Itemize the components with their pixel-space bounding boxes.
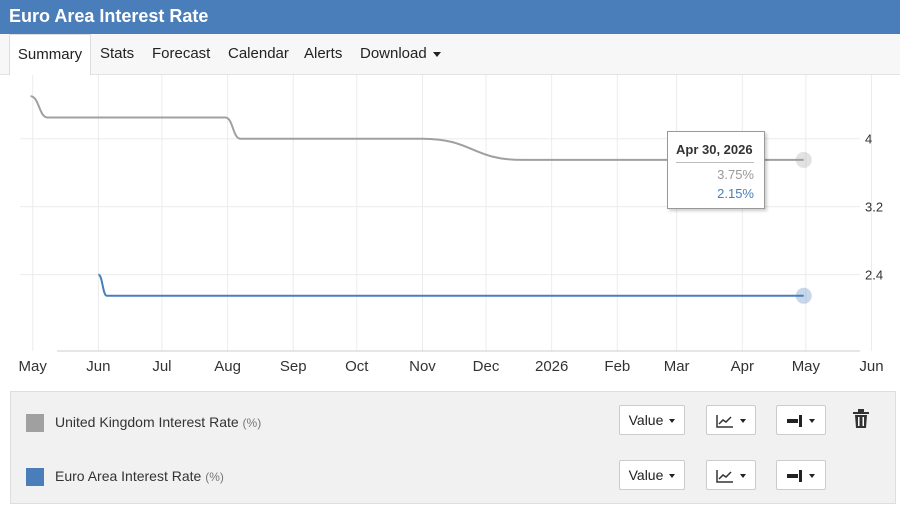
- x-tick-label: Jul: [152, 358, 171, 375]
- tab-summary[interactable]: Summary: [9, 34, 91, 75]
- page-title: Euro Area Interest Rate: [9, 6, 209, 26]
- chevron-down-icon: [740, 419, 746, 424]
- hover-marker: [795, 151, 812, 168]
- tooltip-value-ea: 2.15%: [717, 186, 754, 201]
- x-tick-label: Oct: [345, 358, 369, 375]
- chevron-down-icon: [669, 419, 676, 424]
- legend-row-ea: Euro Area Interest Rate (%) Value: [11, 452, 895, 502]
- chevron-down-icon: [809, 474, 815, 479]
- x-tick-label: Feb: [604, 358, 630, 375]
- chevron-down-icon: [432, 51, 441, 57]
- x-tick-label: Sep: [280, 358, 307, 375]
- tooltip-date: Apr 30, 2026: [676, 142, 753, 157]
- value-dropdown-ea[interactable]: Value: [619, 460, 685, 490]
- x-tick-label: 2026: [535, 358, 568, 375]
- tab-forecast[interactable]: Forecast: [152, 34, 210, 74]
- x-tick-label: Jun: [86, 358, 110, 375]
- x-tick-label: Aug: [214, 358, 241, 375]
- x-axis-labels: May Jun Jul Aug Sep Oct Nov Dec 2026 Feb Mar Apr May…: [19, 358, 884, 375]
- x-tick-label: Apr: [731, 358, 754, 375]
- series-line-ea: [97, 273, 804, 297]
- chevron-down-icon: [740, 474, 746, 479]
- chart-tooltip: Apr 30, 2026 3.75% 2.15%: [667, 131, 765, 209]
- line-chart-icon: [716, 470, 733, 484]
- series-legend-panel: United Kingdom Interest Rate (%) Value E…: [10, 391, 896, 504]
- legend-label-ea: Euro Area Interest Rate: [55, 468, 202, 484]
- hover-marker: [795, 287, 812, 304]
- title-bar: Euro Area Interest Rate: [0, 0, 900, 34]
- legend-swatch-ea: [26, 468, 44, 486]
- tab-bar: Summary Stats Forecast Calendar Alerts D…: [0, 34, 900, 75]
- legend-swatch-uk: [26, 414, 44, 432]
- x-tick-label: Nov: [409, 358, 436, 375]
- line-chart-icon: [716, 415, 733, 429]
- x-tick-label: Mar: [664, 358, 690, 375]
- trash-icon[interactable]: [852, 409, 870, 429]
- legend-label-uk: United Kingdom Interest Rate: [55, 414, 239, 430]
- tab-stats[interactable]: Stats: [100, 34, 134, 74]
- chart-type-dropdown-ea[interactable]: [706, 460, 756, 490]
- x-tick-label: May: [792, 358, 821, 375]
- chevron-down-icon: [809, 419, 815, 424]
- x-tick-label: Dec: [473, 358, 500, 375]
- legend-unit-uk: (%): [242, 416, 262, 430]
- legend-row-uk: United Kingdom Interest Rate (%) Value: [11, 397, 895, 447]
- value-dropdown-uk[interactable]: Value: [619, 405, 685, 435]
- axis-dropdown-uk[interactable]: [776, 405, 826, 435]
- chevron-down-icon: [669, 474, 676, 479]
- tab-alerts[interactable]: Alerts: [304, 34, 342, 74]
- axis-icon: [787, 415, 802, 428]
- x-tick-label: Jun: [859, 358, 883, 375]
- legend-unit-ea: (%): [205, 470, 224, 484]
- hover-markers: [795, 151, 812, 304]
- y-tick-label: 2.4: [865, 268, 883, 283]
- y-axis-labels: 4 3.2 2.4: [865, 132, 883, 283]
- tab-download-label: Download: [360, 45, 427, 62]
- axis-icon: [787, 470, 802, 483]
- y-tick-label: 4: [865, 132, 872, 147]
- value-dropdown-label: Value: [628, 412, 664, 428]
- tab-download[interactable]: Download: [360, 34, 441, 74]
- grid-vertical: [32, 75, 873, 351]
- tab-calendar[interactable]: Calendar: [228, 34, 289, 74]
- line-chart: May Jun Jul Aug Sep Oct Nov Dec 2026 Feb Mar Apr May…: [19, 75, 884, 375]
- y-tick-label: 3.2: [865, 200, 883, 215]
- value-dropdown-label: Value: [628, 467, 664, 483]
- chart-area: May Jun Jul Aug Sep Oct Nov Dec 2026 Feb Mar Apr May…: [0, 75, 900, 390]
- tooltip-value-uk: 3.75%: [717, 167, 754, 182]
- chart-type-dropdown-uk[interactable]: [706, 405, 756, 435]
- tooltip-divider: [676, 162, 754, 163]
- x-tick-label: May: [19, 358, 48, 375]
- axis-dropdown-ea[interactable]: [776, 460, 826, 490]
